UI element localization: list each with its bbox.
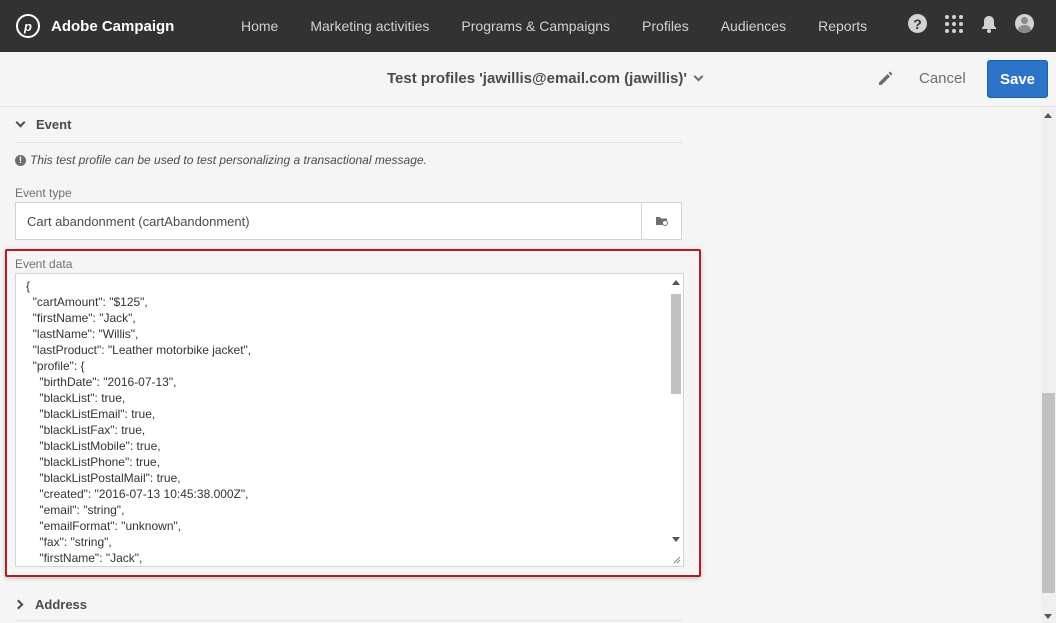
scroll-thumb[interactable] [671, 294, 681, 394]
page-scrollbar[interactable] [1041, 107, 1056, 623]
event-data-line: "profile": { [26, 359, 85, 373]
scroll-down-arrow-icon[interactable] [1044, 614, 1052, 619]
event-data-line: "firstName": "Jack", [26, 551, 143, 565]
event-data-line: "fax": "string", [26, 535, 112, 549]
apps-grid-icon[interactable] [945, 14, 963, 33]
address-section-header[interactable]: Address [13, 597, 88, 612]
event-data-textarea[interactable]: { "cartAmount": "$125", "firstName": "Ja… [15, 273, 684, 567]
event-data-line: "lastProduct": "Leather motorbike jacket… [26, 343, 252, 357]
event-data-line: "birthDate": "2016-07-13", [26, 375, 177, 389]
divider [15, 620, 682, 621]
scroll-up-arrow-icon[interactable] [1044, 113, 1052, 118]
save-button[interactable]: Save [987, 60, 1048, 98]
help-icon[interactable]: ? [908, 14, 927, 33]
brand[interactable]: p Adobe Campaign [16, 14, 224, 38]
cancel-button[interactable]: Cancel [919, 70, 966, 87]
event-data-label: Event data [15, 257, 73, 271]
info-message: ! This test profile can be used to test … [15, 153, 427, 167]
nav-menu: Home Marketing activities Programs & Cam… [224, 18, 899, 34]
event-data-line: "blackList": true, [26, 391, 126, 405]
event-type-picker-button[interactable] [641, 203, 681, 239]
nav-item-marketing-activities[interactable]: Marketing activities [310, 18, 429, 34]
bell-icon[interactable] [981, 15, 997, 33]
event-type-value: Cart abandonment (cartAbandonment) [27, 214, 250, 229]
nav-item-reports[interactable]: Reports [818, 18, 867, 34]
event-type-label: Event type [15, 186, 72, 200]
event-data-line: "blackListMobile": true, [26, 439, 161, 453]
event-type-field[interactable]: Cart abandonment (cartAbandonment) [15, 202, 682, 240]
event-data-line: "blackListFax": true, [26, 423, 146, 437]
event-data-line: "blackListPhone": true, [26, 455, 160, 469]
info-icon: ! [15, 154, 26, 166]
nav-item-audiences[interactable]: Audiences [721, 18, 786, 34]
event-data-line: "emailFormat": "unknown", [26, 519, 182, 533]
pencil-icon[interactable] [876, 68, 896, 88]
event-section-title: Event [36, 117, 72, 132]
event-data-line: "lastName": "Willis", [26, 327, 139, 341]
chevron-down-icon [693, 71, 704, 82]
page-title-text: Test profiles 'jawillis@email.com (jawil… [387, 70, 687, 87]
event-data-line: "cartAmount": "$125", [26, 295, 148, 309]
nav-item-home[interactable]: Home [241, 18, 278, 34]
event-data-content: { "cartAmount": "$125", "firstName": "Ja… [26, 278, 251, 566]
nav-item-profiles[interactable]: Profiles [642, 18, 689, 34]
top-nav: p Adobe Campaign Home Marketing activiti… [0, 0, 1056, 52]
scroll-up-arrow-icon[interactable] [672, 280, 680, 285]
info-text: This test profile can be used to test pe… [30, 153, 427, 167]
event-section-header[interactable]: Event [15, 117, 71, 132]
address-section-title: Address [35, 597, 88, 612]
chevron-down-icon [15, 117, 26, 128]
page-title[interactable]: Test profiles 'jawillis@email.com (jawil… [387, 70, 704, 87]
nav-utilities: ? [890, 14, 1034, 33]
avatar[interactable] [1015, 14, 1034, 33]
event-data-line: "created": "2016-07-13 10:45:38.000Z", [26, 487, 249, 501]
event-data-line: "blackListEmail": true, [26, 407, 156, 421]
adobe-campaign-logo-icon: p [16, 14, 40, 38]
event-data-line: "blackListPostalMail": true, [26, 471, 181, 485]
page-scroll-thumb[interactable] [1042, 393, 1055, 593]
resize-grip-icon[interactable] [673, 556, 681, 564]
event-data-line: "firstName": "Jack", [26, 311, 136, 325]
event-data-line: { [26, 279, 31, 293]
textarea-scrollbar[interactable] [670, 276, 682, 546]
app-name: Adobe Campaign [51, 17, 175, 35]
folder-icon [655, 217, 668, 226]
event-data-line: "email": "string", [26, 503, 125, 517]
nav-item-programs-campaigns[interactable]: Programs & Campaigns [461, 18, 610, 34]
page-header: Test profiles 'jawillis@email.com (jawil… [0, 52, 1056, 107]
chevron-right-icon [13, 599, 24, 610]
divider [15, 142, 682, 143]
scroll-down-arrow-icon[interactable] [672, 537, 680, 542]
